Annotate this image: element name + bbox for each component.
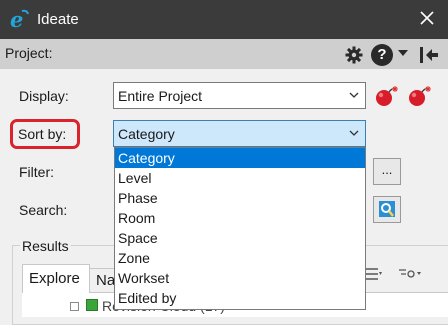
sort-option-space[interactable]: Space xyxy=(115,228,365,248)
tab-navigate-label: Na xyxy=(96,272,116,289)
close-icon[interactable] xyxy=(418,9,436,27)
search-icon xyxy=(379,201,395,217)
help-icon[interactable]: ? xyxy=(371,44,393,66)
search-options-icon[interactable] xyxy=(397,267,423,281)
chevron-down-icon[interactable] xyxy=(349,130,359,136)
bomb-icon[interactable] xyxy=(406,84,432,108)
list-view-icon[interactable] xyxy=(364,267,384,281)
display-label: Display: xyxy=(19,88,69,104)
bomb-icon[interactable] xyxy=(373,84,399,108)
search-button[interactable] xyxy=(373,196,401,223)
sort-by-select-value: Category xyxy=(118,126,175,142)
filter-label: Filter: xyxy=(19,164,54,180)
search-label: Search: xyxy=(19,202,68,218)
filter-more-button[interactable]: ... xyxy=(373,158,401,185)
tab-explore-label: Explore xyxy=(29,270,80,287)
ideate-logo-icon: e xyxy=(10,8,29,30)
sort-option-category[interactable]: Category xyxy=(115,148,365,168)
chevron-down-icon[interactable] xyxy=(349,92,359,98)
sort-option-edited-by[interactable]: Edited by xyxy=(115,288,365,308)
help-dropdown-caret-icon[interactable] xyxy=(398,50,408,56)
sort-option-room[interactable]: Room xyxy=(115,208,365,228)
window-title: Ideate xyxy=(37,11,79,28)
revision-cloud-icon xyxy=(86,299,98,311)
sort-option-workset[interactable]: Workset xyxy=(115,268,365,288)
results-label: Results xyxy=(20,238,71,254)
tree-expand-icon[interactable] xyxy=(70,302,79,311)
svg-text:e: e xyxy=(10,8,23,30)
sort-by-label: Sort by: xyxy=(18,126,67,142)
dock-pin-icon[interactable] xyxy=(418,45,440,65)
gear-icon[interactable] xyxy=(345,46,363,64)
sort-by-dropdown-list: Category Level Phase Room Space Zone Workset Ed… xyxy=(114,147,366,310)
sort-option-zone[interactable]: Zone xyxy=(115,248,365,268)
sort-option-phase[interactable]: Phase xyxy=(115,188,365,208)
project-label: Project: xyxy=(5,45,53,61)
display-select-value: Entire Project xyxy=(118,88,203,104)
sort-option-level[interactable]: Level xyxy=(115,168,365,188)
